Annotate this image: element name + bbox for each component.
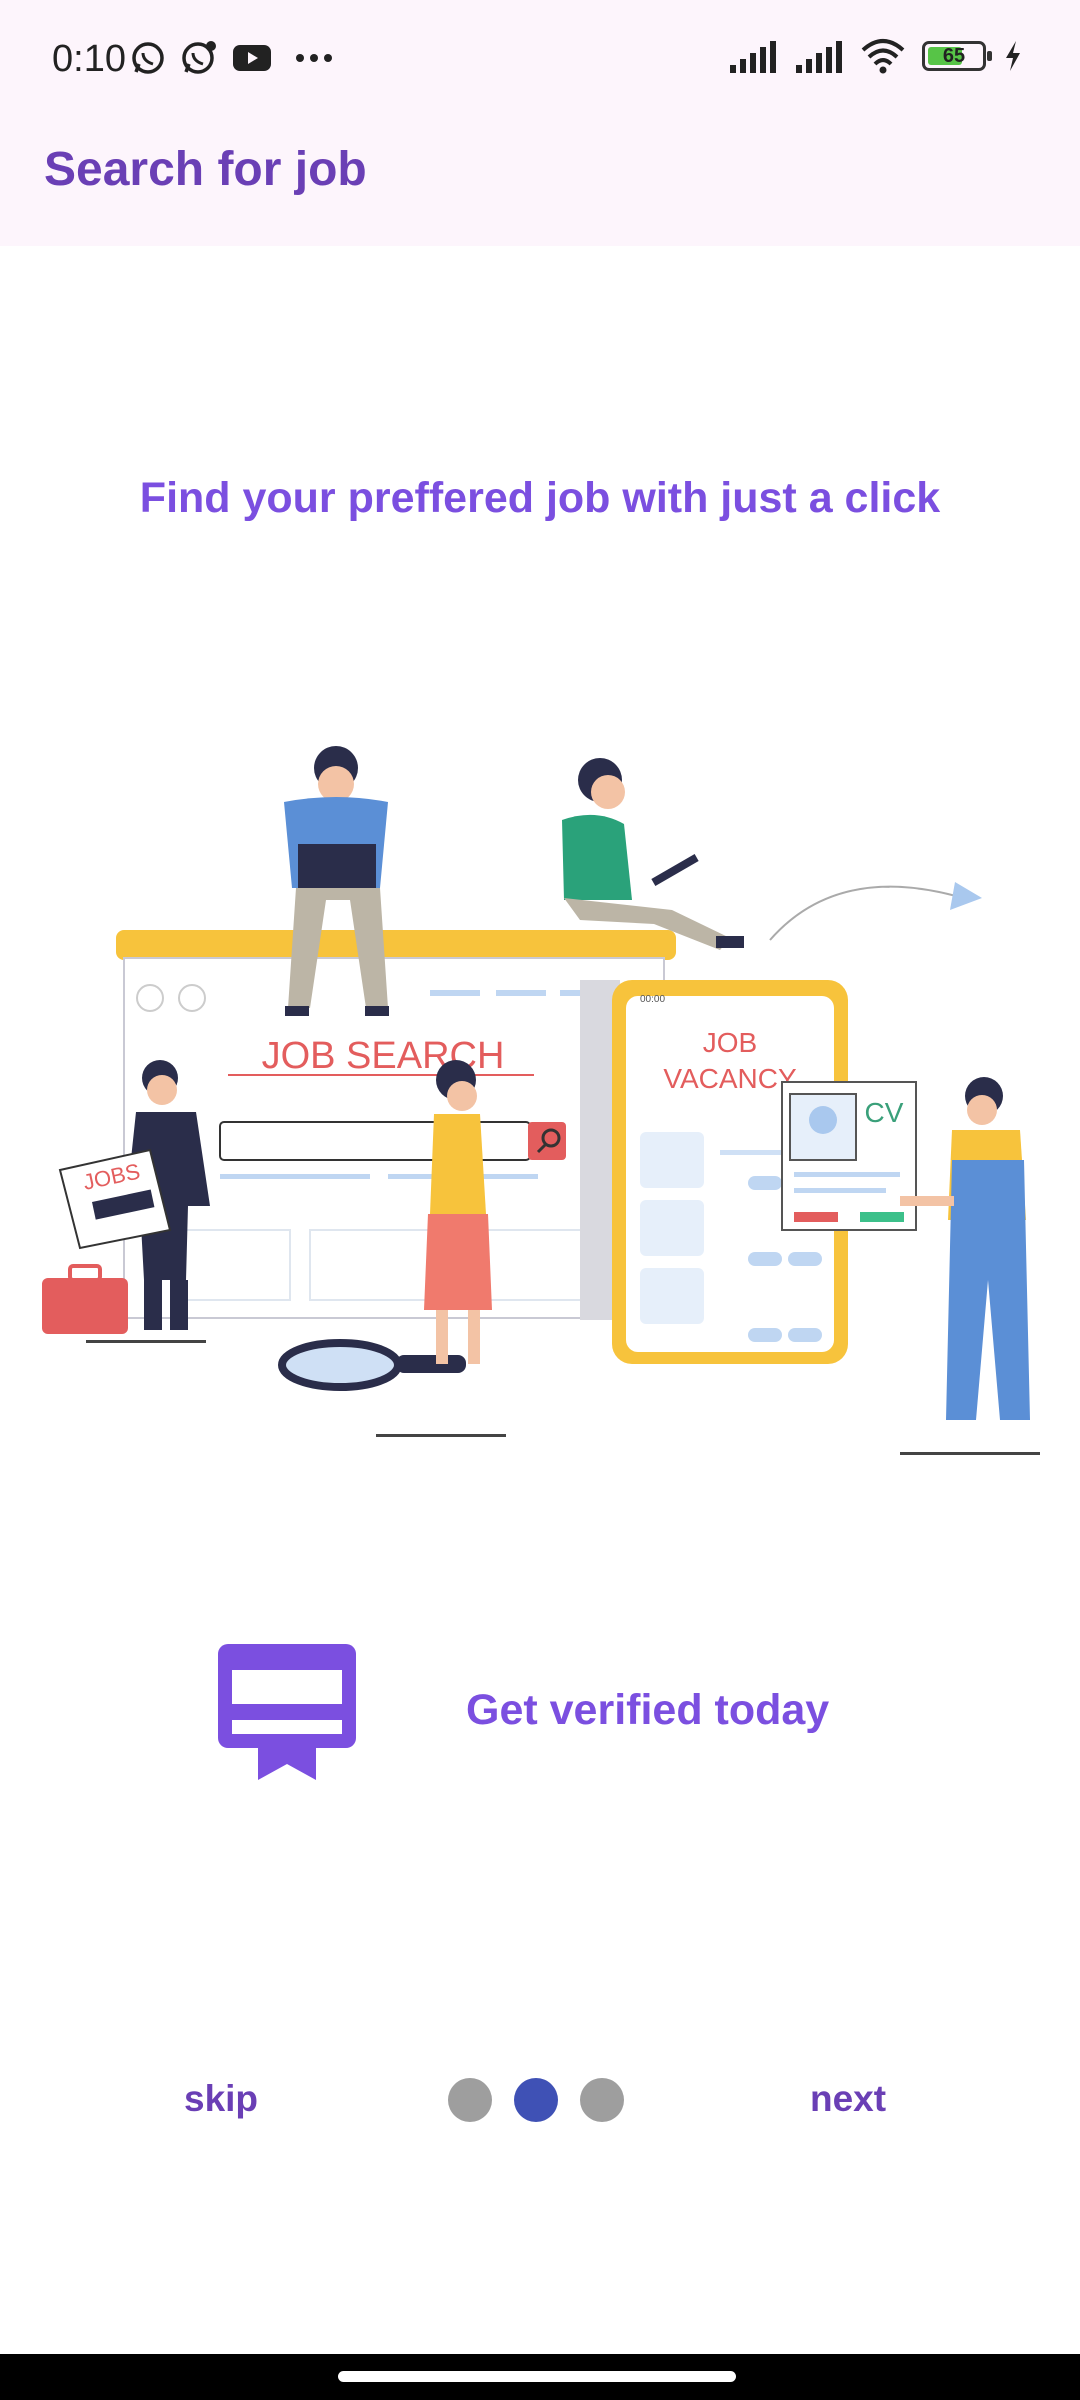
signal-icon [796, 41, 842, 73]
job-vacancy-label-2: VACANCY [663, 1063, 797, 1094]
certificate-icon [218, 1644, 356, 1780]
battery-icon: 65 [922, 41, 992, 71]
wifi-icon [861, 39, 905, 74]
onboarding-headline: Find your preffered job with just a clic… [139, 474, 941, 522]
job-vacancy-label-1: JOB [703, 1027, 757, 1058]
more-dots-icon [296, 54, 332, 62]
signal-icon [730, 41, 776, 73]
next-button[interactable]: next [810, 2078, 886, 2120]
system-icons: 65 [728, 38, 1024, 74]
page-dot-2[interactable] [514, 2078, 558, 2122]
page-indicator [448, 2078, 624, 2122]
phone-time-label: 00:00 [640, 994, 665, 1005]
skip-button[interactable]: skip [184, 2078, 258, 2120]
notification-icons [130, 40, 334, 76]
battery-level: 65 [942, 45, 966, 67]
feature-text: Get verified today [466, 1686, 830, 1734]
youtube-icon [233, 45, 271, 71]
job-search-illustration: JOB SEARCH 00:00 JOB VACANCY CV JOBS [42, 746, 1040, 1455]
page-dot-1[interactable] [448, 2078, 492, 2122]
whatsapp-icon [132, 42, 164, 74]
cv-label: CV [865, 1097, 904, 1128]
system-navigation-bar [0, 2354, 1080, 2400]
home-gesture-handle[interactable] [338, 2371, 736, 2382]
whatsapp-business-icon [182, 41, 216, 74]
charging-icon [1006, 41, 1020, 71]
status-time: 0:10 [52, 38, 126, 80]
page-dot-3[interactable] [580, 2078, 624, 2122]
page-title: Search for job [44, 143, 367, 196]
status-bar: 0:10 65 [0, 0, 1080, 120]
app-bar: Search for job [0, 120, 1080, 246]
